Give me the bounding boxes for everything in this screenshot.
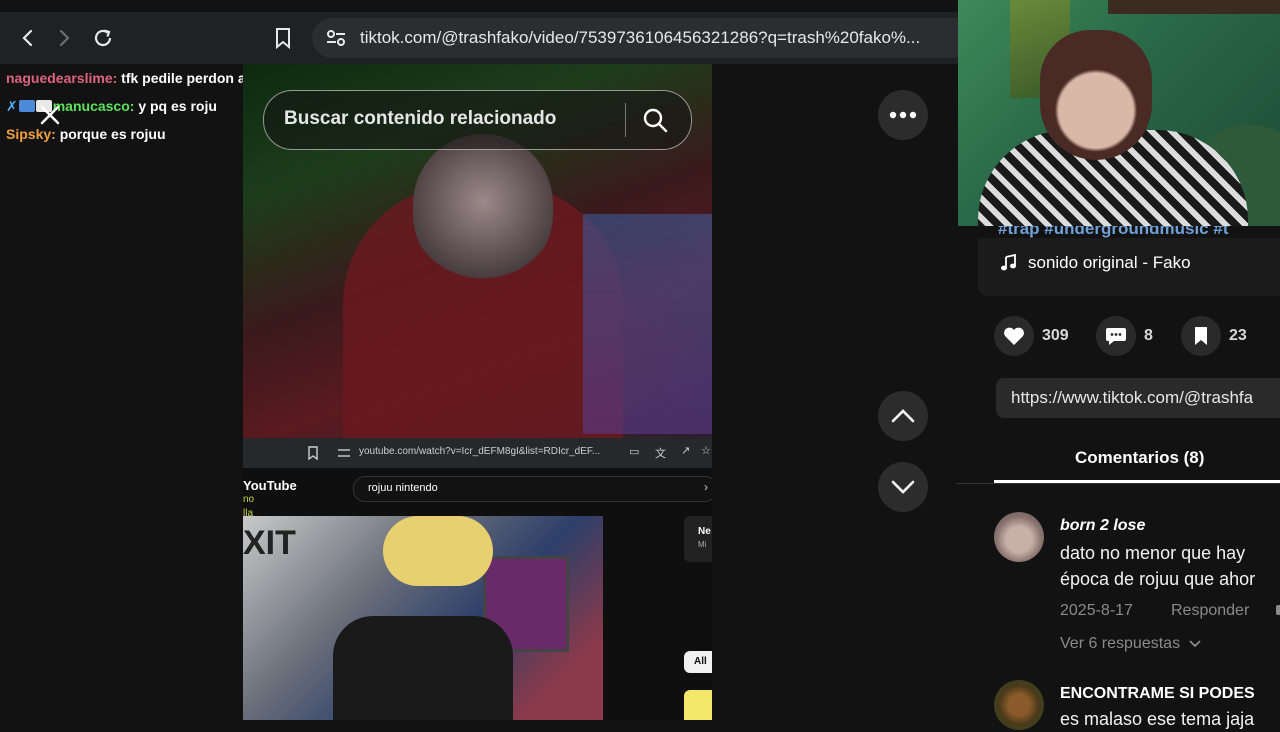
comment-bubble-icon bbox=[1106, 328, 1126, 345]
embedded-browser-bar: youtube.com/watch?v=Icr_dEFM8gI&list=RDI… bbox=[243, 438, 712, 468]
tab-comments[interactable]: Comentarios (8) bbox=[1075, 448, 1204, 468]
yt-chip: All bbox=[684, 651, 712, 673]
chat-text: y pq es roju bbox=[138, 98, 217, 114]
comment-text: época de rojuu que ahor bbox=[1060, 569, 1256, 589]
share-icon: ↗ bbox=[681, 445, 691, 457]
chevron-up-icon bbox=[891, 409, 915, 423]
yt-side-thumbnail bbox=[684, 690, 712, 720]
streamer-webcam bbox=[958, 0, 1280, 226]
close-icon bbox=[40, 105, 60, 125]
video-light bbox=[583, 214, 712, 434]
like-button[interactable]: 309 bbox=[994, 316, 1069, 356]
tab-strip bbox=[0, 0, 960, 12]
like-count: 309 bbox=[1042, 327, 1069, 344]
chat-username: manucasco: bbox=[52, 98, 135, 114]
comment-button[interactable]: 8 bbox=[1096, 316, 1153, 356]
chat-text: porque es rojuu bbox=[59, 126, 166, 142]
comment-author[interactable]: born 2 lose bbox=[1060, 517, 1145, 535]
heart-icon bbox=[1004, 327, 1024, 345]
yt-sidebar-label: no bbox=[243, 494, 255, 505]
avatar[interactable] bbox=[994, 512, 1044, 562]
chat-username: Sipsky: bbox=[6, 126, 56, 142]
star-icon: ☆ bbox=[701, 445, 711, 457]
bookmark-icon bbox=[276, 28, 290, 49]
comment-count: 8 bbox=[1144, 327, 1153, 344]
save-button[interactable]: 23 bbox=[1181, 316, 1247, 356]
previous-video-button[interactable] bbox=[878, 391, 928, 441]
cast-icon: ▭ bbox=[629, 446, 640, 458]
chevron-right-icon: › bbox=[704, 480, 708, 494]
site-settings-icon[interactable] bbox=[326, 29, 346, 47]
search-input[interactable]: Buscar contenido relacionado bbox=[284, 108, 556, 130]
url-text[interactable]: tiktok.com/@trashfako/video/753973610645… bbox=[360, 28, 950, 48]
embedded-youtube-page: YouTube no lla rojuu nintendo › XIT Ne M… bbox=[243, 468, 712, 720]
search-divider bbox=[625, 103, 626, 137]
translate-icon: 文 bbox=[655, 448, 666, 460]
badge-icon bbox=[18, 100, 35, 112]
chevron-down-icon bbox=[891, 480, 915, 494]
back-button[interactable] bbox=[10, 20, 46, 56]
tab-divider bbox=[956, 483, 1280, 484]
yt-search-box: rojuu nintendo › bbox=[353, 476, 712, 502]
video-player[interactable]: youtube.com/watch?v=Icr_dEFM8gI&list=RDI… bbox=[243, 64, 712, 720]
webcam-shelf bbox=[1108, 0, 1280, 14]
sword-badge-icon: ✗ bbox=[6, 98, 18, 114]
arrow-right-icon bbox=[59, 29, 70, 47]
next-video-button[interactable] bbox=[878, 462, 928, 512]
save-button-circle[interactable] bbox=[1181, 316, 1221, 356]
site-settings-icon bbox=[338, 449, 350, 457]
chevron-down-icon bbox=[1188, 640, 1201, 648]
yt-side-card-title: Ne bbox=[698, 526, 711, 537]
bookmark-icon bbox=[1195, 327, 1207, 345]
view-replies-button[interactable]: Ver 6 respuestas bbox=[1060, 635, 1201, 653]
close-video-button[interactable] bbox=[38, 103, 62, 127]
comment-date: 2025-8-17 bbox=[1060, 602, 1133, 619]
webcam-person-head bbox=[1040, 30, 1152, 160]
music-note-icon bbox=[1001, 254, 1016, 271]
video-person-face bbox=[413, 134, 553, 284]
thumbnail-person-hair bbox=[383, 516, 493, 586]
save-count: 23 bbox=[1229, 327, 1247, 344]
yt-side-card-subtitle: Mi bbox=[698, 540, 707, 549]
comment-text: es malaso ese tema jaja bbox=[1060, 709, 1255, 729]
reload-button[interactable] bbox=[85, 20, 121, 56]
more-options-button[interactable] bbox=[878, 90, 928, 140]
embedded-url-text: youtube.com/watch?v=Icr_dEFM8gI&list=RDI… bbox=[359, 446, 601, 457]
yt-chip-label: All bbox=[694, 656, 707, 667]
bookmark-button[interactable] bbox=[265, 20, 301, 56]
thumbnail-sign: XIT bbox=[243, 524, 296, 562]
chat-username: naguedearslime: bbox=[6, 70, 118, 86]
yt-side-card: Ne Mi bbox=[684, 516, 712, 562]
yt-video-thumbnail: XIT bbox=[243, 516, 603, 720]
reload-icon bbox=[94, 29, 112, 47]
comment-text: dato no menor que hay bbox=[1060, 543, 1246, 563]
reply-button[interactable]: Responder bbox=[1171, 602, 1249, 620]
arrow-left-icon bbox=[22, 29, 33, 47]
thumbnail-person-body bbox=[333, 616, 513, 720]
youtube-logo: YouTube bbox=[243, 478, 297, 493]
yt-search-query: rojuu nintendo bbox=[368, 482, 438, 494]
search-icon[interactable] bbox=[642, 107, 668, 133]
comment-button-circle[interactable] bbox=[1096, 316, 1136, 356]
post-link-text[interactable]: https://www.tiktok.com/@trashfa bbox=[1011, 388, 1280, 408]
chat-message: Sipsky: porque es rojuu bbox=[6, 126, 166, 142]
avatar[interactable] bbox=[994, 680, 1044, 730]
related-search-bar[interactable]: Buscar contenido relacionado bbox=[263, 90, 692, 150]
sound-name[interactable]: sonido original - Fako bbox=[1028, 253, 1191, 273]
comment-like-icon[interactable] bbox=[1276, 605, 1280, 615]
comment-author[interactable]: ENCONTRAME SI PODES bbox=[1060, 685, 1255, 703]
browser-toolbar: tiktok.com/@trashfako/video/753973610645… bbox=[0, 0, 960, 64]
like-button-circle[interactable] bbox=[994, 316, 1034, 356]
forward-button[interactable] bbox=[46, 20, 82, 56]
tab-active-indicator bbox=[994, 480, 1280, 483]
bookmark-icon bbox=[308, 446, 318, 460]
view-replies-label: Ver 6 respuestas bbox=[1060, 635, 1181, 652]
more-dots-icon bbox=[889, 111, 917, 119]
